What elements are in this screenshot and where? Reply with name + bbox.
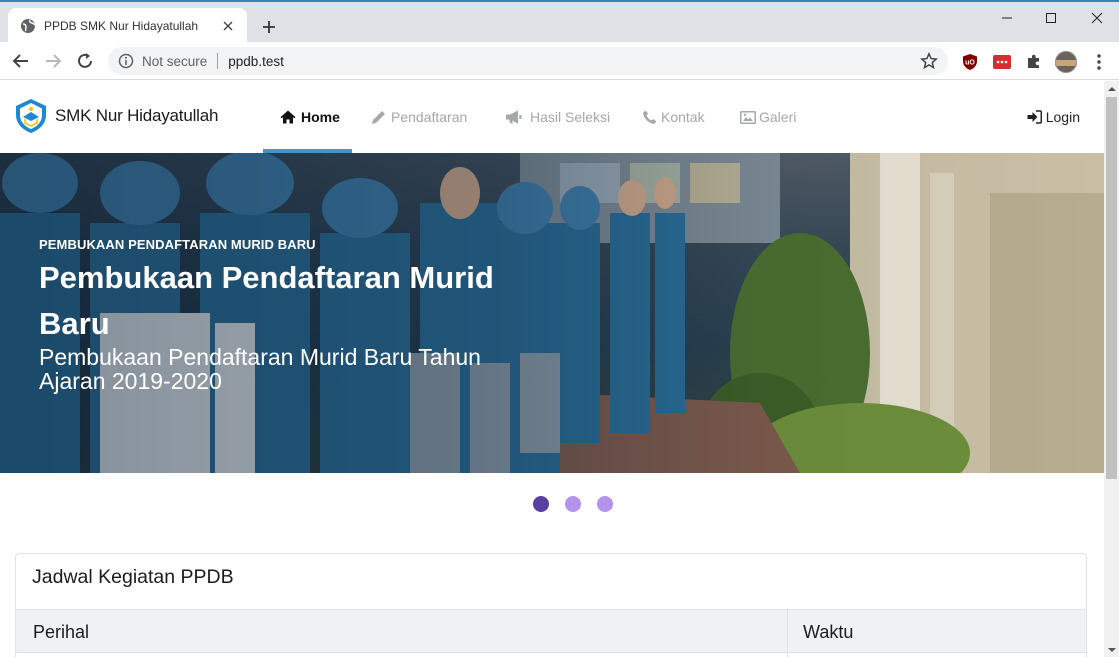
carousel-dot-3[interactable] bbox=[597, 496, 613, 512]
schedule-table-header: Perihal Waktu bbox=[16, 609, 1086, 654]
scroll-up-icon[interactable] bbox=[1104, 81, 1119, 96]
extension-icon[interactable] bbox=[992, 52, 1012, 72]
schedule-title: Jadwal Kegiatan PPDB bbox=[32, 566, 234, 588]
address-bar[interactable]: Not secure ppdb.test bbox=[108, 47, 948, 75]
image-icon bbox=[740, 110, 756, 124]
ublock-icon[interactable]: uO bbox=[960, 52, 980, 72]
nav-kontak-label: Kontak bbox=[661, 109, 705, 125]
brand[interactable]: SMK Nur Hidayatullah bbox=[14, 98, 218, 134]
login-button[interactable]: Login bbox=[1027, 81, 1080, 153]
column-header-waktu[interactable]: Waktu bbox=[803, 610, 853, 654]
nav-hasil-seleksi[interactable]: Hasil Seleksi bbox=[505, 81, 610, 153]
tab-title: PPDB SMK Nur Hidayatullah bbox=[44, 19, 199, 33]
column-header-perihal[interactable]: Perihal bbox=[33, 610, 89, 654]
hero-eyebrow: PEMBUKAAN PENDAFTARAN MURID BARU bbox=[39, 237, 316, 252]
browser-tab[interactable]: PPDB SMK Nur Hidayatullah bbox=[8, 8, 247, 44]
carousel-dot-2[interactable] bbox=[565, 496, 581, 512]
login-label: Login bbox=[1045, 109, 1080, 125]
nav-home-label: Home bbox=[301, 109, 340, 125]
reload-icon[interactable] bbox=[73, 50, 97, 72]
nav-galeri-label: Galeri bbox=[759, 109, 797, 125]
page-scrollbar[interactable] bbox=[1104, 81, 1119, 657]
megaphone-icon bbox=[505, 110, 522, 124]
site-navbar: SMK Nur Hidayatullah Home Pendaftaran Ha… bbox=[0, 81, 1104, 153]
nav-kontak[interactable]: Kontak bbox=[642, 81, 705, 153]
phone-icon bbox=[642, 110, 657, 125]
scroll-down-icon[interactable] bbox=[1104, 642, 1119, 657]
maximize-icon[interactable] bbox=[1034, 8, 1068, 28]
hero-carousel[interactable]: PEMBUKAAN PENDAFTARAN MURID BARU Pembuka… bbox=[0, 153, 1104, 473]
star-icon[interactable] bbox=[920, 52, 938, 70]
schedule-card: Jadwal Kegiatan PPDB Perihal Waktu bbox=[15, 553, 1087, 657]
nav-galeri[interactable]: Galeri bbox=[740, 81, 796, 153]
brand-name: SMK Nur Hidayatullah bbox=[55, 106, 219, 125]
browser-toolbar: Not secure ppdb.test uO bbox=[0, 42, 1119, 80]
carousel-indicators bbox=[0, 496, 1104, 514]
browser-tabstrip: PPDB SMK Nur Hidayatullah bbox=[0, 0, 1119, 44]
plus-icon[interactable] bbox=[258, 16, 280, 38]
pencil-icon bbox=[371, 110, 386, 125]
forward-icon[interactable] bbox=[41, 50, 65, 72]
omnibox-divider bbox=[217, 53, 219, 69]
puzzle-icon[interactable] bbox=[1024, 52, 1044, 72]
close-icon[interactable] bbox=[219, 17, 237, 35]
nav-pendaftaran[interactable]: Pendaftaran bbox=[371, 81, 467, 153]
svg-text:uO: uO bbox=[965, 60, 975, 67]
url-text[interactable]: ppdb.test bbox=[228, 54, 920, 69]
nav-hasil-seleksi-label: Hasil Seleksi bbox=[530, 109, 611, 125]
minimize-icon[interactable] bbox=[990, 8, 1024, 28]
sign-in-icon bbox=[1027, 110, 1042, 124]
home-icon bbox=[280, 110, 296, 124]
column-divider bbox=[787, 609, 788, 657]
avatar[interactable] bbox=[1055, 51, 1077, 73]
window-close-icon[interactable] bbox=[1080, 8, 1114, 28]
hero-subtitle: Pembukaan Pendaftaran Murid Baru Tahun A… bbox=[39, 344, 481, 394]
nav-pendaftaran-label: Pendaftaran bbox=[391, 109, 468, 125]
hero-title: Pembukaan Pendaftaran Murid Baru bbox=[39, 260, 494, 341]
security-label: Not secure bbox=[142, 53, 208, 69]
carousel-dot-1[interactable] bbox=[533, 496, 549, 512]
globe-icon bbox=[20, 18, 36, 34]
back-icon[interactable] bbox=[9, 50, 33, 72]
scroll-thumb[interactable] bbox=[1106, 97, 1117, 479]
nav-home[interactable]: Home bbox=[280, 81, 340, 153]
kebab-icon[interactable] bbox=[1089, 52, 1109, 72]
school-logo-icon bbox=[16, 99, 46, 133]
info-icon[interactable] bbox=[118, 53, 134, 69]
